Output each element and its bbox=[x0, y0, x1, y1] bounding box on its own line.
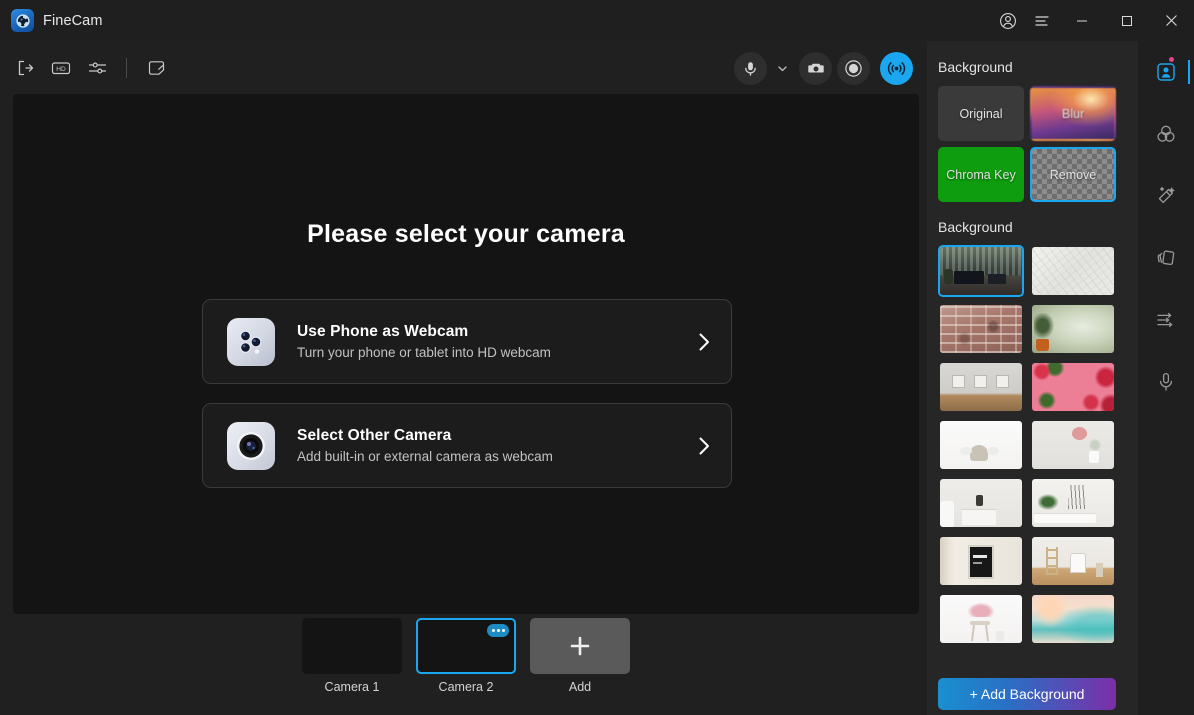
add-background-button[interactable]: + Add Background bbox=[938, 678, 1116, 710]
add-camera-label: Add bbox=[568, 680, 592, 694]
background-thumb-gallery-frames-wall[interactable] bbox=[938, 361, 1024, 413]
finecam-aperture-logo-icon bbox=[11, 9, 34, 32]
exit-arrow-icon[interactable] bbox=[10, 53, 40, 83]
titlebar: FineCam bbox=[0, 0, 1194, 41]
rail-item-audio[interactable] bbox=[1138, 351, 1194, 413]
broadcast-waves-icon[interactable] bbox=[880, 51, 913, 85]
rail-item-color-adjust[interactable] bbox=[1138, 103, 1194, 165]
background-sidebar: Background Original Blur Chroma Key Remo… bbox=[927, 41, 1138, 715]
svg-text:HD: HD bbox=[56, 66, 66, 73]
camera-label: Camera 2 bbox=[438, 680, 494, 694]
card-title: Use Phone as Webcam bbox=[297, 323, 469, 340]
close-button[interactable] bbox=[1149, 0, 1194, 41]
background-thumb-wall-art-vase[interactable] bbox=[1030, 419, 1116, 471]
chevron-right-icon[interactable] bbox=[677, 331, 731, 353]
camera-thumbnail[interactable] bbox=[302, 618, 402, 674]
toolbar-divider bbox=[126, 58, 127, 78]
card-title: Select Other Camera bbox=[297, 427, 452, 444]
camera-strip: Camera 1 Camera 2 Add bbox=[13, 618, 919, 710]
minimize-button[interactable] bbox=[1059, 0, 1104, 41]
mode-label: Blur bbox=[1061, 106, 1085, 121]
rail-item-layers[interactable] bbox=[1138, 227, 1194, 289]
camera-thumbnail[interactable] bbox=[416, 618, 516, 674]
card-subtitle: Add built-in or external camera as webca… bbox=[297, 449, 553, 464]
background-mode-original[interactable]: Original bbox=[938, 86, 1024, 141]
use-phone-as-webcam-card[interactable]: Use Phone as Webcam Turn your phone or t… bbox=[202, 299, 732, 384]
sliders-icon[interactable] bbox=[82, 53, 112, 83]
record-circle-icon[interactable] bbox=[837, 51, 870, 85]
camera-strip-item[interactable]: Camera 1 bbox=[302, 618, 402, 694]
app-brand: FineCam bbox=[0, 9, 103, 32]
mode-label: Remove bbox=[1049, 167, 1097, 182]
mode-label: Chroma Key bbox=[946, 167, 1016, 182]
background-thumb-white-chair-minimal[interactable] bbox=[938, 419, 1024, 471]
toolbar-left-group: HD bbox=[10, 41, 171, 95]
sidebar-section-title-2: Background bbox=[938, 219, 1013, 235]
camera-preview-area: Please select your camera Use Phone as W… bbox=[13, 94, 919, 614]
maximize-button[interactable] bbox=[1104, 0, 1149, 41]
background-thumb-pink-stool-pastel[interactable] bbox=[938, 593, 1024, 645]
background-mode-chroma-key[interactable]: Chroma Key bbox=[938, 147, 1024, 202]
mic-dropdown-chevron-down-icon[interactable] bbox=[772, 53, 792, 83]
background-thumb-chairs-ladder-room[interactable] bbox=[1030, 535, 1116, 587]
background-thumb-plant-green-wall[interactable] bbox=[1030, 303, 1116, 355]
rail-item-background[interactable] bbox=[1138, 41, 1194, 103]
background-thumb-pink-floral-flatlay[interactable] bbox=[1030, 361, 1116, 413]
rail-item-beautify[interactable] bbox=[1138, 165, 1194, 227]
card-text-group: Select Other Camera Add built-in or exte… bbox=[297, 427, 677, 464]
background-thumb-white-textured-wall[interactable] bbox=[1030, 245, 1116, 297]
toolbar-right-group bbox=[734, 41, 913, 95]
background-mode-grid: Original Blur Chroma Key Remove bbox=[927, 75, 1138, 202]
background-thumb-red-brick-wall[interactable] bbox=[938, 303, 1024, 355]
camera-strip-item[interactable]: Camera 2 bbox=[416, 618, 516, 694]
microphone-icon[interactable] bbox=[734, 51, 767, 85]
hamburger-menu-button[interactable] bbox=[1025, 0, 1059, 41]
card-text-group: Use Phone as Webcam Turn your phone or t… bbox=[297, 323, 677, 360]
card-subtitle: Turn your phone or tablet into HD webcam bbox=[297, 345, 551, 360]
background-thumbnail-grid bbox=[927, 235, 1138, 645]
phone-triple-camera-icon bbox=[227, 317, 275, 366]
hd-badge-icon[interactable]: HD bbox=[46, 53, 76, 83]
rail-item-adjustments[interactable] bbox=[1138, 289, 1194, 351]
notification-badge-dot bbox=[1169, 57, 1174, 62]
select-other-camera-card[interactable]: Select Other Camera Add built-in or exte… bbox=[202, 403, 732, 488]
account-button[interactable] bbox=[991, 0, 1025, 41]
background-mode-blur[interactable]: Blur bbox=[1030, 86, 1116, 141]
note-tag-icon[interactable] bbox=[141, 53, 171, 83]
background-thumb-white-cabinet-lamp[interactable] bbox=[938, 477, 1024, 529]
feature-rail bbox=[1138, 41, 1194, 715]
camera-icon[interactable] bbox=[799, 51, 832, 85]
page-title: Please select your camera bbox=[307, 220, 625, 248]
background-thumb-sunset-beach-watercolor[interactable] bbox=[1030, 593, 1116, 645]
sidebar-section-title: Background bbox=[938, 59, 1013, 75]
background-thumb-office-desk-blinds[interactable] bbox=[938, 245, 1024, 297]
background-thumb-dark-poster-frame[interactable] bbox=[938, 535, 1024, 587]
add-camera-item[interactable]: Add bbox=[530, 618, 630, 694]
finecam-window: FineCam HD Please select your camera Use… bbox=[0, 0, 1194, 715]
background-mode-remove[interactable]: Remove bbox=[1030, 147, 1116, 202]
ellipsis-icon[interactable] bbox=[487, 624, 509, 637]
mode-label: Original bbox=[959, 106, 1003, 121]
camera-label: Camera 1 bbox=[324, 680, 380, 694]
chevron-right-icon[interactable] bbox=[677, 435, 731, 457]
window-controls bbox=[991, 0, 1194, 41]
plus-icon[interactable] bbox=[530, 618, 630, 674]
app-title: FineCam bbox=[43, 12, 103, 29]
background-thumb-plant-table-studio[interactable] bbox=[1030, 477, 1116, 529]
camera-lens-icon bbox=[227, 421, 275, 470]
main-toolbar: HD bbox=[0, 41, 927, 95]
